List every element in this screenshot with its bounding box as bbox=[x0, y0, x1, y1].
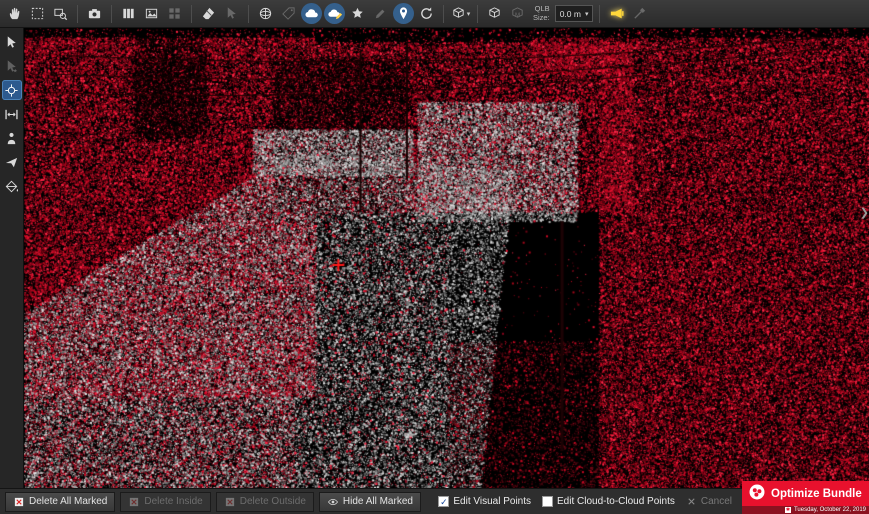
toolbar-separator bbox=[599, 5, 600, 23]
pan-tool-icon[interactable] bbox=[4, 3, 25, 24]
draw-tool-icon[interactable] bbox=[370, 3, 391, 24]
optimize-bundle-button[interactable]: Optimize Bundle bbox=[742, 481, 869, 506]
image-view-icon[interactable] bbox=[141, 3, 162, 24]
toolbar-separator bbox=[111, 5, 112, 23]
toolbar-separator bbox=[477, 5, 478, 23]
zoom-window-icon[interactable] bbox=[50, 3, 71, 24]
toolbar-separator bbox=[248, 5, 249, 23]
bundle-icon bbox=[749, 484, 765, 503]
checkbox-box[interactable] bbox=[542, 496, 553, 507]
status-date-text: Tuesday, October 22, 2019 bbox=[794, 507, 866, 513]
cloud-points-toggle-icon[interactable] bbox=[301, 3, 322, 24]
bottom-options-group: ✓Edit Visual Points Edit Cloud-to-Cloud P… bbox=[438, 496, 732, 507]
delete-outside-button[interactable]: Delete Outside bbox=[216, 492, 314, 512]
fill-tool-icon[interactable] bbox=[2, 176, 22, 196]
box-select-dropdown[interactable]: ▾ bbox=[450, 3, 471, 24]
pick-tool-icon[interactable] bbox=[221, 3, 242, 24]
status-date-bar: ✱ Tuesday, October 22, 2019 bbox=[742, 506, 869, 514]
bounding-box-icon[interactable] bbox=[484, 3, 505, 24]
measure-tool-icon[interactable] bbox=[2, 104, 22, 124]
mark-points-tool-icon[interactable] bbox=[198, 3, 219, 24]
cancel-button[interactable]: Cancel bbox=[686, 496, 732, 507]
top-toolbar: ▾ M QLBSize: 0.0 m▾ bbox=[0, 0, 869, 28]
smart-select-tool-icon[interactable] bbox=[2, 56, 22, 76]
toolbar-separator bbox=[443, 5, 444, 23]
star-target-icon[interactable] bbox=[347, 3, 368, 24]
wand-tool-icon[interactable] bbox=[629, 3, 650, 24]
calendar-icon: ✱ bbox=[785, 507, 791, 513]
hide-all-marked-button[interactable]: Hide All Marked bbox=[319, 492, 421, 512]
orbit-tool-icon[interactable] bbox=[2, 80, 22, 100]
toolbar-separator bbox=[77, 5, 78, 23]
cloud-edit-toggle-icon[interactable] bbox=[324, 3, 345, 24]
split-view-icon[interactable] bbox=[118, 3, 139, 24]
tag-target-icon[interactable] bbox=[278, 3, 299, 24]
navigate-tool-icon[interactable] bbox=[2, 152, 22, 172]
edit-visual-points-checkbox[interactable]: ✓Edit Visual Points bbox=[438, 496, 531, 507]
flashlight-tool-icon[interactable] bbox=[606, 3, 627, 24]
grid-view-icon[interactable] bbox=[164, 3, 185, 24]
edit-cloud-to-cloud-points-checkbox[interactable]: Edit Cloud-to-Cloud Points bbox=[542, 496, 675, 507]
bottom-toolbar: Delete All MarkedDelete Inside Delete Out… bbox=[0, 488, 869, 514]
registration-tool-icon[interactable] bbox=[416, 3, 437, 24]
point-cloud-viewport[interactable] bbox=[24, 28, 869, 488]
checkbox-box[interactable]: ✓ bbox=[438, 496, 449, 507]
qlb-size-label: QLBSize: bbox=[533, 5, 550, 22]
panel-expander-chevron[interactable]: ❯ bbox=[860, 206, 869, 219]
delete-all-marked-button[interactable]: Delete All Marked bbox=[5, 492, 115, 512]
qlb-size-select[interactable]: 0.0 m▾ bbox=[555, 5, 594, 22]
camera-view-icon[interactable] bbox=[84, 3, 105, 24]
delete-inside-button[interactable]: Delete Inside bbox=[120, 492, 210, 512]
model-cube-icon[interactable]: M bbox=[507, 3, 528, 24]
sphere-target-icon[interactable] bbox=[255, 3, 276, 24]
bottom-buttons-group: Delete All MarkedDelete Inside Delete Out… bbox=[5, 492, 421, 512]
chevron-down-icon: ▾ bbox=[467, 10, 471, 18]
chevron-down-icon: ▾ bbox=[585, 10, 589, 18]
point-cloud-canvas[interactable] bbox=[24, 28, 869, 488]
left-toolbar bbox=[0, 28, 24, 488]
marquee-select-icon[interactable] bbox=[27, 3, 48, 24]
toolbar-separator bbox=[191, 5, 192, 23]
optimize-bundle-label: Optimize Bundle bbox=[771, 488, 862, 500]
pin-target-toggle-icon[interactable] bbox=[393, 3, 414, 24]
viewpoint-tool-icon[interactable] bbox=[2, 128, 22, 148]
svg-text:M: M bbox=[515, 12, 520, 19]
select-tool-icon[interactable] bbox=[2, 32, 22, 52]
